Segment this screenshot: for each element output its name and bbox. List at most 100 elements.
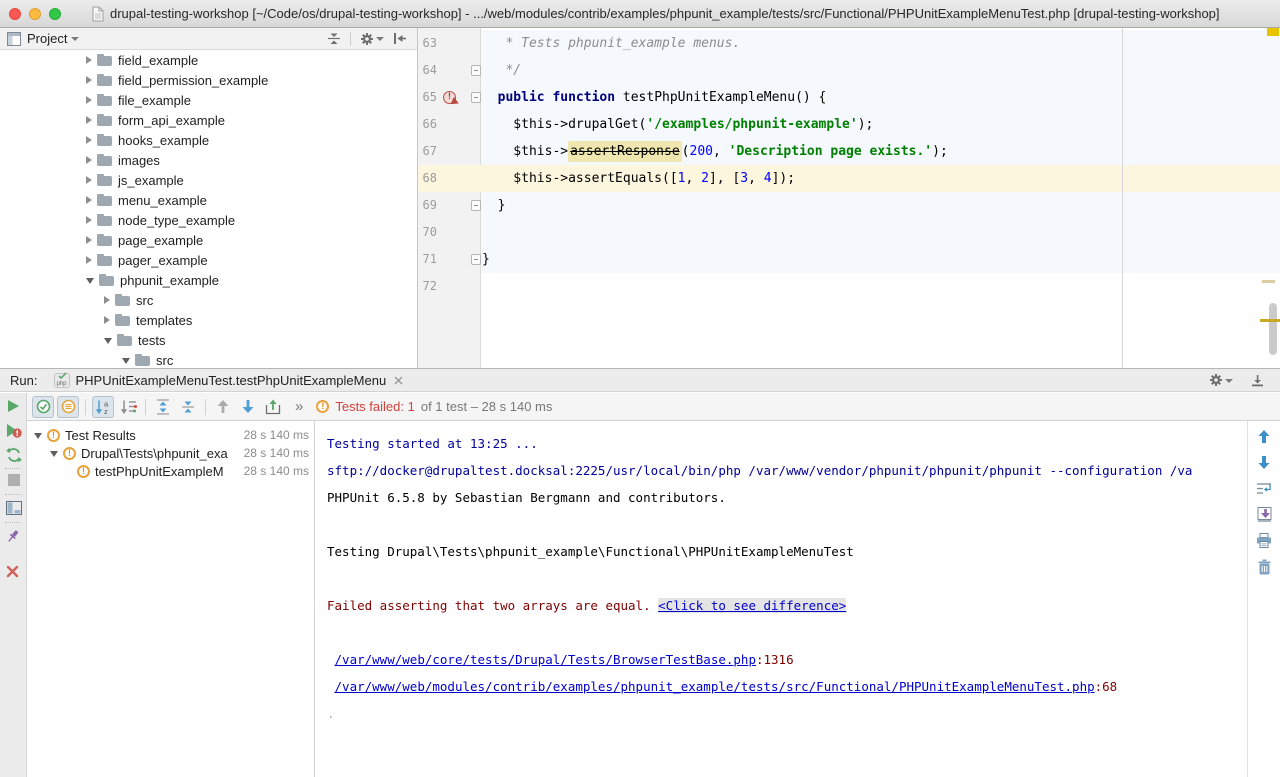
stack-trace-link[interactable]: /var/www/web/modules/contrib/examples/ph…	[335, 679, 1095, 694]
project-tree-item[interactable]: hooks_example	[0, 130, 417, 150]
test-tree-item[interactable]: Test Results28 s 140 ms	[27, 426, 314, 444]
settings-gear-button[interactable]	[1209, 373, 1233, 387]
expand-arrow-icon[interactable]	[86, 176, 92, 184]
close-panel-button[interactable]	[6, 565, 19, 578]
more-actions-chevron[interactable]	[295, 398, 303, 415]
collapse-arrow-icon[interactable]	[34, 433, 42, 439]
settings-gear-button[interactable]	[360, 32, 384, 46]
project-tree-item[interactable]: node_type_example	[0, 210, 417, 230]
rerun-failed-tests-button[interactable]	[6, 423, 22, 439]
expand-arrow-icon[interactable]	[86, 156, 92, 164]
project-panel-title[interactable]: Project	[27, 31, 67, 46]
expand-arrow-icon[interactable]	[86, 216, 92, 224]
code-line[interactable]: 64 */	[418, 57, 1280, 84]
hide-panel-button[interactable]	[1251, 374, 1264, 387]
test-tree-item[interactable]: testPhpUnitExampleM28 s 140 ms	[27, 462, 314, 480]
collapse-arrow-icon[interactable]	[122, 358, 130, 364]
project-tree-item[interactable]: field_example	[0, 50, 417, 70]
stack-trace-link[interactable]: /var/www/web/core/tests/Drupal/Tests/Bro…	[335, 652, 756, 667]
next-failed-test-button[interactable]	[237, 396, 259, 418]
project-tree-item[interactable]: page_example	[0, 230, 417, 250]
folder-icon	[97, 153, 113, 167]
rerun-button[interactable]	[6, 399, 20, 413]
expand-arrow-icon[interactable]	[86, 196, 92, 204]
editor[interactable]: 63 * Tests phpunit_example menus.64 */65…	[418, 28, 1280, 368]
code-line[interactable]: 63 * Tests phpunit_example menus.	[418, 30, 1280, 57]
fold-marker-icon[interactable]	[471, 65, 481, 76]
toggle-auto-test-button[interactable]	[6, 447, 22, 463]
fold-marker-icon[interactable]	[471, 200, 481, 211]
close-window-button[interactable]	[9, 8, 21, 20]
project-tree-item[interactable]: pager_example	[0, 250, 417, 270]
error-stripe-mark[interactable]	[1260, 319, 1280, 322]
code-line[interactable]: 72	[418, 273, 1280, 300]
expand-arrow-icon[interactable]	[104, 296, 110, 304]
code-line[interactable]: 69 }	[418, 192, 1280, 219]
toolbar-separator	[145, 399, 146, 415]
line-number: 66	[418, 111, 481, 138]
tree-item-label: phpunit_example	[120, 273, 219, 288]
project-tree-item[interactable]: js_example	[0, 170, 417, 190]
export-test-results-button[interactable]	[262, 396, 284, 418]
soft-wrap-toggle[interactable]	[1256, 481, 1272, 496]
error-stripe-mark[interactable]	[1262, 280, 1275, 283]
code-area[interactable]: 63 * Tests phpunit_example menus.64 */65…	[418, 28, 1280, 300]
expand-arrow-icon[interactable]	[86, 236, 92, 244]
project-tree-item[interactable]: menu_example	[0, 190, 417, 210]
fold-marker-icon[interactable]	[471, 92, 481, 103]
project-tree-item[interactable]: src	[0, 290, 417, 310]
up-stack-trace-button[interactable]	[1257, 429, 1271, 444]
code-line[interactable]: 67 $this->assertResponse(200, 'Descripti…	[418, 138, 1280, 165]
code-line[interactable]: 65 public function testPhpUnitExampleMen…	[418, 84, 1280, 111]
editor-scrollbar-thumb[interactable]	[1269, 303, 1277, 355]
fold-marker-icon[interactable]	[471, 254, 481, 265]
expand-all-button[interactable]	[152, 396, 174, 418]
restore-layout-button[interactable]	[6, 501, 22, 515]
stop-button[interactable]	[8, 474, 20, 486]
project-tree-item[interactable]: tests	[0, 330, 417, 350]
expand-arrow-icon[interactable]	[86, 136, 92, 144]
expand-arrow-icon[interactable]	[86, 56, 92, 64]
show-passed-toggle[interactable]	[32, 396, 54, 418]
collapse-arrow-icon[interactable]	[86, 278, 94, 284]
previous-failed-test-button[interactable]	[212, 396, 234, 418]
zoom-window-button[interactable]	[49, 8, 61, 20]
scroll-to-end-button[interactable]	[1257, 507, 1272, 522]
failed-test-gutter-icon[interactable]	[443, 91, 456, 104]
project-tree-item[interactable]: field_permission_example	[0, 70, 417, 90]
run-tab[interactable]: PHPUnitExampleMenuTest.testPhpUnitExampl…	[50, 369, 407, 391]
collapse-arrow-icon[interactable]	[50, 451, 58, 457]
collapse-all-button[interactable]	[177, 396, 199, 418]
project-tree-item[interactable]: phpunit_example	[0, 270, 417, 290]
project-tree-item[interactable]: templates	[0, 310, 417, 330]
code-line[interactable]: 71}	[418, 246, 1280, 273]
see-difference-link[interactable]: <Click to see difference>	[658, 598, 846, 613]
expand-arrow-icon[interactable]	[86, 76, 92, 84]
error-stripe-mark[interactable]	[1267, 28, 1279, 36]
code-line[interactable]: 66 $this->drupalGet('/examples/phpunit-e…	[418, 111, 1280, 138]
collapse-arrow-icon[interactable]	[104, 338, 112, 344]
project-tree-item[interactable]: src	[0, 350, 417, 368]
project-tree-item[interactable]: file_example	[0, 90, 417, 110]
expand-arrow-icon[interactable]	[104, 316, 110, 324]
code-line[interactable]: 68 $this->assertEquals([1, 2], [3, 4]);	[418, 165, 1280, 192]
collapse-all-button[interactable]	[327, 31, 341, 46]
pin-tab-button[interactable]	[6, 529, 21, 544]
sort-alphabetically-toggle[interactable]: az	[92, 396, 114, 418]
line-number: 72	[418, 273, 481, 300]
print-button[interactable]	[1256, 533, 1272, 548]
expand-arrow-icon[interactable]	[86, 96, 92, 104]
test-tree-item[interactable]: Drupal\Tests\phpunit_exa28 s 140 ms	[27, 444, 314, 462]
sort-by-duration-toggle[interactable]	[117, 396, 139, 418]
down-stack-trace-button[interactable]	[1257, 455, 1271, 470]
code-line[interactable]: 70	[418, 219, 1280, 246]
project-tree-item[interactable]: form_api_example	[0, 110, 417, 130]
close-tab-icon[interactable]	[394, 376, 403, 385]
hide-panel-button[interactable]	[393, 32, 407, 45]
minimize-window-button[interactable]	[29, 8, 41, 20]
expand-arrow-icon[interactable]	[86, 256, 92, 264]
project-tree-item[interactable]: images	[0, 150, 417, 170]
expand-arrow-icon[interactable]	[86, 116, 92, 124]
show-ignored-toggle[interactable]	[57, 396, 79, 418]
clear-all-button[interactable]	[1258, 559, 1271, 575]
